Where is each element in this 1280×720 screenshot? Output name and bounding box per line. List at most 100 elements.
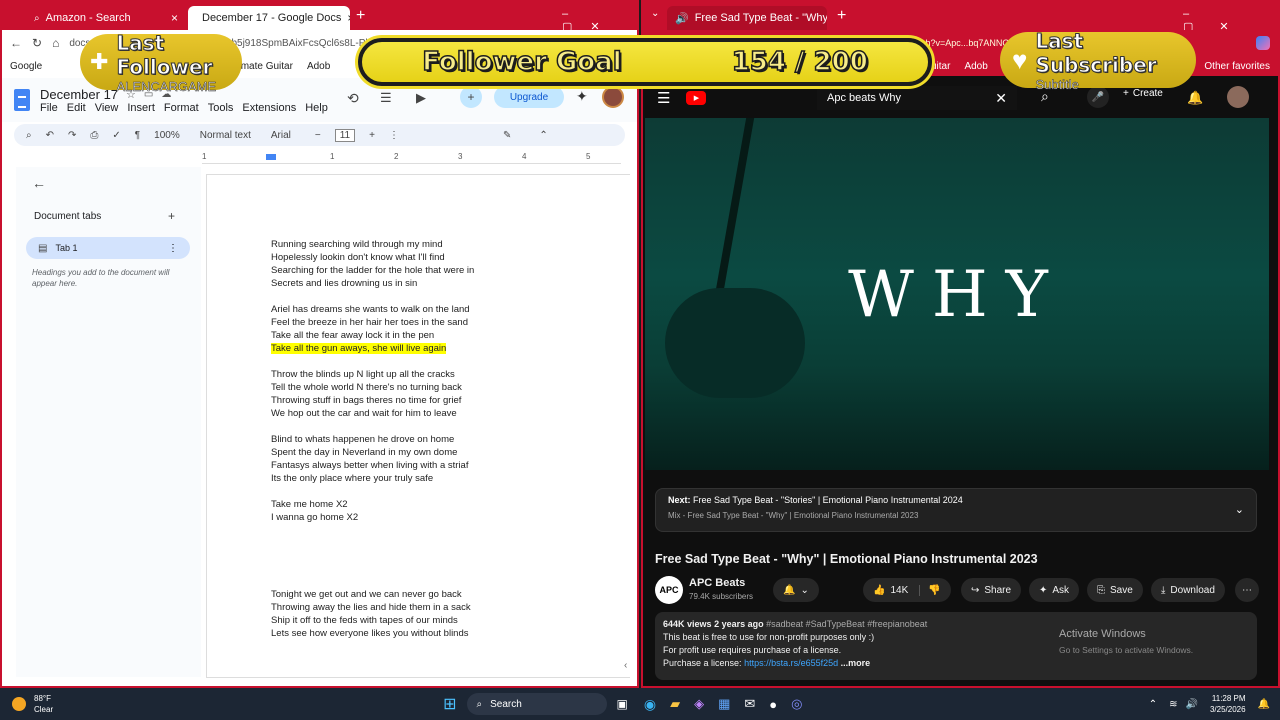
description-box[interactable]: 644K views 2 years ago #sadbeat #SadType… bbox=[655, 612, 1257, 680]
chevron-down-icon[interactable]: ⌄ bbox=[1235, 503, 1244, 516]
tab-google-docs[interactable]: December 17 - Google Docs × bbox=[188, 6, 350, 30]
docs-logo-icon[interactable] bbox=[14, 89, 30, 111]
tab-menu-icon[interactable]: ⌄ bbox=[651, 8, 659, 19]
channel-avatar[interactable]: APC bbox=[655, 576, 683, 604]
tab-1-item[interactable]: ▤ Tab 1 ⋮ bbox=[26, 237, 190, 259]
home-icon[interactable]: ⌂ bbox=[52, 36, 59, 50]
sparkle-icon: ✦ bbox=[1039, 584, 1048, 596]
save-button[interactable]: ⎘ Save bbox=[1087, 578, 1143, 602]
comment-icon[interactable]: ☰ bbox=[380, 90, 392, 106]
menu-view[interactable]: View bbox=[95, 102, 119, 114]
doc-line: Ship it off to the feds with tapes of ou… bbox=[271, 615, 458, 626]
license-link[interactable]: https://bsta.rs/e655f25d bbox=[744, 658, 838, 668]
menu-file[interactable]: File bbox=[40, 102, 58, 114]
search-input[interactable]: Apc beats Why ✕ bbox=[817, 86, 1017, 110]
print-icon[interactable]: ⎙ bbox=[90, 130, 98, 141]
notification-icon[interactable]: 🔔 bbox=[1258, 699, 1270, 710]
discord-icon[interactable]: ◎ bbox=[791, 696, 802, 712]
menu-edit[interactable]: Edit bbox=[67, 102, 86, 114]
pencil-icon[interactable]: ✎ bbox=[503, 130, 511, 141]
menu-extensions[interactable]: Extensions bbox=[242, 102, 296, 114]
bookmark-ultimate-guitar[interactable]: uitar bbox=[931, 61, 950, 72]
increase-size-icon[interactable]: + bbox=[369, 130, 375, 141]
bookmark-adobe[interactable]: Adob bbox=[964, 61, 987, 72]
hamburger-menu-icon[interactable]: ☰ bbox=[657, 89, 670, 107]
back-arrow-icon[interactable]: ← bbox=[32, 175, 46, 191]
obs-icon[interactable]: ● bbox=[769, 697, 777, 712]
file-explorer-icon[interactable]: ▰ bbox=[670, 696, 680, 712]
like-button[interactable]: 👍 14K 👎 bbox=[863, 578, 951, 602]
close-icon[interactable]: × bbox=[171, 11, 178, 25]
ask-button[interactable]: ✦ Ask bbox=[1029, 578, 1080, 602]
paint-format-icon[interactable]: ¶ bbox=[135, 130, 140, 141]
copilot-icon[interactable] bbox=[1256, 36, 1270, 50]
decrease-size-icon[interactable]: − bbox=[315, 130, 321, 141]
font-size-input[interactable]: 11 bbox=[334, 128, 356, 142]
more-actions-button[interactable]: ⋯ bbox=[1235, 578, 1259, 602]
weather-icon[interactable] bbox=[12, 697, 26, 711]
menu-insert[interactable]: Insert bbox=[127, 102, 155, 114]
other-favorites[interactable]: Other favorites bbox=[1204, 61, 1270, 72]
bookmark-google[interactable]: Google bbox=[10, 61, 42, 72]
menu-tools[interactable]: Tools bbox=[208, 102, 234, 114]
gemini-icon[interactable]: ✦ bbox=[576, 88, 588, 105]
indent-marker[interactable] bbox=[266, 154, 276, 160]
more-icon[interactable]: ⋮ bbox=[168, 243, 178, 254]
channel-name[interactable]: APC Beats bbox=[689, 577, 745, 589]
store-icon[interactable]: ▦ bbox=[718, 696, 730, 712]
chevron-up-icon[interactable]: ⌃ bbox=[539, 130, 547, 141]
menu-help[interactable]: Help bbox=[305, 102, 328, 114]
upgrade-button[interactable]: Upgrade bbox=[494, 86, 564, 108]
close-icon[interactable]: × bbox=[347, 11, 350, 25]
reload-icon[interactable]: ↻ bbox=[32, 36, 42, 50]
new-tab-button[interactable]: + bbox=[837, 7, 846, 25]
mail-icon[interactable]: ✉ bbox=[744, 696, 755, 712]
bookmark-adobe[interactable]: Adob bbox=[307, 61, 330, 72]
youtube-logo-icon[interactable]: ▶ bbox=[686, 91, 707, 105]
weather-widget[interactable]: 88°F Clear bbox=[34, 693, 53, 715]
spellcheck-icon[interactable]: ✓ bbox=[112, 130, 120, 141]
more-link[interactable]: ...more bbox=[841, 658, 871, 668]
avatar[interactable] bbox=[602, 86, 624, 108]
add-tab-button[interactable]: + bbox=[168, 209, 175, 223]
copilot-icon[interactable]: ◈ bbox=[694, 696, 704, 712]
back-icon[interactable]: ← bbox=[10, 36, 22, 50]
download-button[interactable]: ⤓ Download bbox=[1151, 578, 1225, 602]
doc-line: Tell the whole world N there's no turnin… bbox=[271, 382, 462, 393]
video-title: Free Sad Type Beat - "Why" | Emotional P… bbox=[655, 552, 1038, 566]
collapse-panel-icon[interactable]: ‹ bbox=[624, 660, 627, 671]
subscribe-bell-button[interactable]: 🔔 ⌄ bbox=[773, 578, 819, 602]
task-view-icon[interactable]: ▣ bbox=[617, 697, 628, 711]
hashtags[interactable]: #sadbeat #SadTypeBeat #freepianobeat bbox=[766, 619, 927, 629]
style-select[interactable]: Normal text bbox=[200, 130, 251, 141]
new-tab-button[interactable]: + bbox=[356, 7, 365, 25]
wifi-icon[interactable]: ≋ bbox=[1169, 699, 1177, 710]
edge-icon[interactable]: ◉ bbox=[644, 696, 656, 713]
thumbs-down-icon[interactable]: 👎 bbox=[919, 584, 941, 596]
history-icon[interactable]: ⟲ bbox=[347, 90, 359, 107]
meet-icon[interactable]: ▶ bbox=[416, 90, 426, 106]
share-button[interactable]: ↪ Share bbox=[961, 578, 1022, 602]
volume-icon[interactable]: 🔊 bbox=[1186, 699, 1198, 710]
redo-icon[interactable]: ↷ bbox=[68, 130, 76, 141]
search-icon[interactable]: ⌕ bbox=[26, 130, 32, 141]
video-player[interactable]: WHY bbox=[645, 118, 1269, 470]
bell-icon[interactable]: 🔔 bbox=[1187, 90, 1203, 106]
tab-amazon[interactable]: ⌕ Amazon - Search × bbox=[26, 6, 186, 30]
tab-youtube[interactable]: 🔊 Free Sad Type Beat - "Why" | E × bbox=[667, 6, 827, 30]
undo-icon[interactable]: ↶ bbox=[46, 130, 54, 141]
windows-start-icon[interactable]: ⊞ bbox=[443, 694, 456, 714]
more-icon[interactable]: ⋮ bbox=[389, 130, 399, 141]
font-select[interactable]: Arial bbox=[271, 130, 291, 141]
doc-line: Secrets and lies drowning us in sin bbox=[271, 278, 418, 289]
menu-format[interactable]: Format bbox=[164, 102, 199, 114]
share-person-icon[interactable]: + bbox=[460, 86, 482, 108]
clear-icon[interactable]: ✕ bbox=[995, 90, 1007, 107]
up-next-box[interactable]: Next: Free Sad Type Beat - "Stories" | E… bbox=[655, 488, 1257, 532]
zoom-select[interactable]: 100% bbox=[154, 130, 180, 141]
clock[interactable]: 11:28 PM 3/25/2026 bbox=[1210, 693, 1246, 715]
document-page[interactable]: Running searching wild through my mind H… bbox=[206, 174, 630, 678]
taskbar-search[interactable]: ⌕ Search bbox=[466, 693, 607, 715]
tray-chevron-icon[interactable]: ⌃ bbox=[1149, 699, 1157, 710]
account-avatar[interactable] bbox=[1227, 86, 1249, 108]
